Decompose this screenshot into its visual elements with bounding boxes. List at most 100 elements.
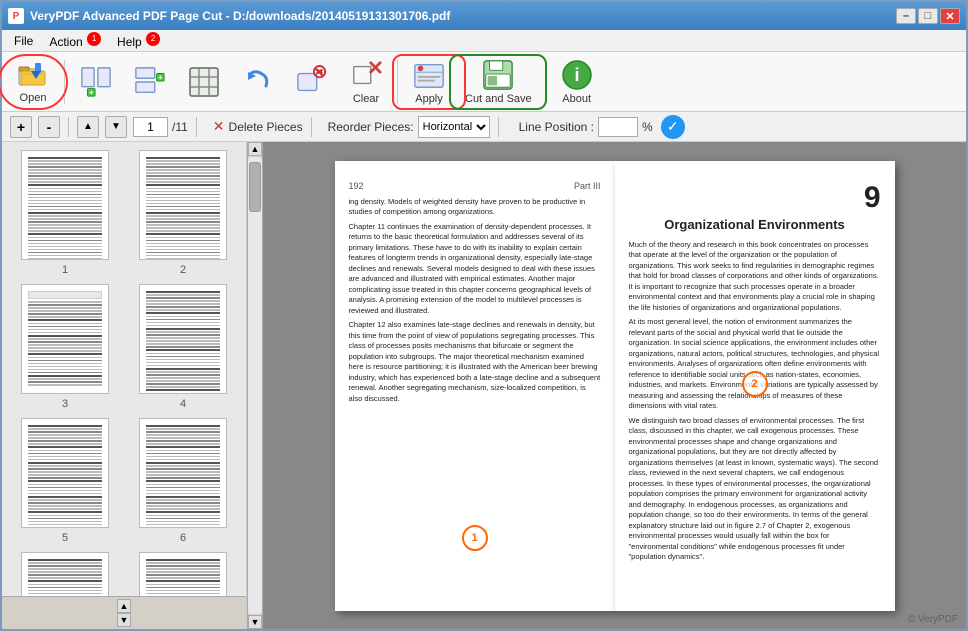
- delete-pieces-area: ✕ Delete Pieces: [213, 118, 303, 135]
- about-label: About: [562, 93, 591, 105]
- split-horizontal-button[interactable]: +: [125, 56, 175, 108]
- sep3: [545, 60, 546, 104]
- thumb-num-5: 5: [62, 532, 68, 544]
- page-text-right-p3: We distinguish two broad classes of envi…: [629, 416, 881, 563]
- thumb-img-8: [139, 552, 227, 596]
- reorder-label: Reorder Pieces:: [328, 120, 414, 134]
- scrollbar-down[interactable]: ▼: [248, 615, 262, 629]
- thumb-img-1: [21, 150, 109, 260]
- split-vertical-button[interactable]: +: [71, 56, 121, 108]
- close-button[interactable]: ✕: [940, 8, 960, 24]
- sep2: [397, 60, 398, 104]
- undo-button[interactable]: [233, 56, 283, 108]
- page-text-left-p3: Chapter 12 also examines late-stage decl…: [349, 320, 601, 404]
- minimize-button[interactable]: –: [896, 8, 916, 24]
- apply-label: Apply: [415, 93, 443, 105]
- reorder-pieces-area: Reorder Pieces: Horizontal Vertical: [328, 116, 490, 138]
- thumb-img-4: [139, 284, 227, 394]
- undo-icon: [242, 66, 274, 98]
- zoom-in-button[interactable]: +: [10, 116, 32, 138]
- page-text-left-p1: ing density. Models of weighted density …: [349, 197, 601, 218]
- main-content: 1: [2, 142, 966, 629]
- confirm-button[interactable]: ✓: [661, 115, 685, 139]
- nav-up-button[interactable]: ▲: [77, 116, 99, 138]
- watermark: © VeryPDF: [908, 614, 958, 625]
- cut-save-button[interactable]: Cut and Save: [458, 56, 539, 108]
- page-right: 9 Organizational Environments Much of th…: [615, 161, 895, 611]
- menu-action[interactable]: Action 1: [41, 30, 109, 51]
- help-badge: 2: [146, 32, 160, 46]
- line-position-label: Line Position :: [519, 120, 594, 134]
- grid-icon: [188, 66, 220, 98]
- save-icon: [482, 59, 514, 91]
- apply-button[interactable]: Apply: [404, 56, 454, 108]
- line-position-area: Line Position : % ✓: [519, 115, 685, 139]
- page-total: /11: [172, 120, 188, 134]
- thumbnail-5[interactable]: 5: [10, 418, 120, 544]
- main-window: P VeryPDF Advanced PDF Page Cut - D:/dow…: [0, 0, 968, 631]
- split-v-icon: +: [80, 66, 112, 98]
- clear-button[interactable]: Clear: [341, 56, 391, 108]
- zoom-out-button[interactable]: -: [38, 116, 60, 138]
- thumb-img-6: [139, 418, 227, 528]
- cut-save-label: Cut and Save: [465, 93, 532, 105]
- reorder-select[interactable]: Horizontal Vertical: [418, 116, 490, 138]
- thumbnail-2[interactable]: 2: [128, 150, 238, 276]
- about-button[interactable]: i About: [552, 56, 602, 108]
- page-viewer: 192 Part III ing density. Models of weig…: [263, 142, 966, 629]
- title-bar-left: P VeryPDF Advanced PDF Page Cut - D:/dow…: [8, 8, 450, 24]
- scrollbar-up[interactable]: ▲: [248, 142, 262, 156]
- thumbnail-4[interactable]: 4: [128, 284, 238, 410]
- secondary-toolbar: + - ▲ ▼ /11 ✕ Delete Pieces Reorder Piec…: [2, 112, 966, 142]
- svg-text:+: +: [89, 88, 94, 97]
- page-spread: 192 Part III ing density. Models of weig…: [335, 161, 895, 611]
- open-button[interactable]: Open: [8, 56, 58, 108]
- thumbnail-3[interactable]: 3: [10, 284, 120, 410]
- clear-icon: [350, 59, 382, 91]
- window-title: VeryPDF Advanced PDF Page Cut - D:/downl…: [30, 9, 450, 23]
- page-text-right-p1: Much of the theory and research in this …: [629, 240, 881, 314]
- remove-button[interactable]: [287, 56, 337, 108]
- thumbnail-8[interactable]: 8: [128, 552, 238, 596]
- scrollbar-thumb[interactable]: [249, 162, 261, 212]
- open-icon: [17, 60, 49, 90]
- page-text-right-p2: At its most general level, the notion of…: [629, 317, 881, 412]
- apply-icon: [413, 59, 445, 91]
- chapter-title: Organizational Environments: [629, 217, 881, 232]
- thumbnail-list: 1: [2, 142, 246, 596]
- menu-bar: File Action 1 Help 2: [2, 30, 966, 52]
- thumb-img-3: [21, 284, 109, 394]
- thumbnail-7[interactable]: 7: [10, 552, 120, 596]
- thumb-scroll-up[interactable]: ▲: [117, 599, 131, 613]
- percent-label: %: [642, 120, 653, 134]
- page-text-left-p2: Chapter 11 continues the examination of …: [349, 222, 601, 317]
- svg-text:i: i: [574, 65, 579, 85]
- svg-text:+: +: [158, 73, 163, 82]
- thumb-num-4: 4: [180, 398, 186, 410]
- part-label: Part III: [574, 181, 601, 191]
- grid-button[interactable]: [179, 56, 229, 108]
- line-position-input[interactable]: [598, 117, 638, 137]
- thumb-scroll-down[interactable]: ▼: [117, 613, 131, 627]
- sep1: [64, 60, 65, 104]
- chapter-number: 9: [864, 181, 881, 214]
- scrollbar-track[interactable]: [248, 157, 262, 614]
- menu-file[interactable]: File: [6, 32, 41, 50]
- page-input[interactable]: [133, 117, 168, 137]
- thumb-num-6: 6: [180, 532, 186, 544]
- remove-icon: [296, 66, 328, 98]
- nav-down-button[interactable]: ▼: [105, 116, 127, 138]
- split-h-icon: +: [134, 66, 166, 98]
- menu-help[interactable]: Help 2: [109, 30, 168, 51]
- thumbnail-panel: 1: [2, 142, 247, 629]
- app-icon: P: [8, 8, 24, 24]
- thumb-img-2: [139, 150, 227, 260]
- annotation-circle-2: 2: [742, 371, 768, 397]
- thumbnail-6[interactable]: 6: [128, 418, 238, 544]
- page-header-left: 192 Part III: [349, 181, 601, 191]
- maximize-button[interactable]: □: [918, 8, 938, 24]
- sep-t2-2: [196, 117, 197, 137]
- thumbnail-1[interactable]: 1: [10, 150, 120, 276]
- thumb-num-3: 3: [62, 398, 68, 410]
- delete-pieces-label[interactable]: Delete Pieces: [229, 120, 303, 134]
